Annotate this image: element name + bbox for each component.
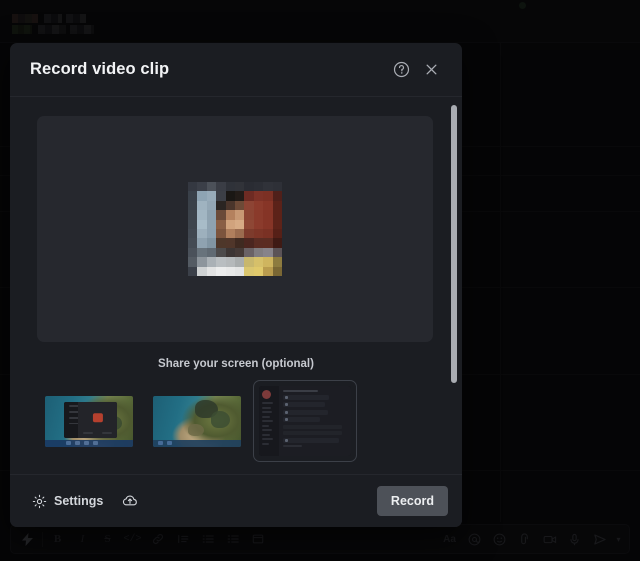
cloud-upload-icon[interactable] bbox=[117, 488, 143, 514]
mini-window-content bbox=[78, 401, 118, 439]
dialog-scrollbar[interactable] bbox=[450, 102, 458, 469]
screen-thumbnail-3[interactable] bbox=[253, 380, 357, 462]
share-screen-label: Share your screen (optional) bbox=[158, 358, 314, 370]
dialog-footer: Settings Record bbox=[10, 474, 462, 527]
mini-window-sidebar bbox=[64, 401, 106, 439]
camera-preview bbox=[37, 116, 433, 342]
application-window-capture bbox=[259, 386, 351, 456]
desktop-taskbar bbox=[153, 439, 241, 447]
desktop-taskbar bbox=[45, 439, 133, 447]
settings-button[interactable]: Settings bbox=[26, 489, 109, 514]
screen-thumbnail-2-image bbox=[153, 395, 241, 447]
record-button[interactable]: Record bbox=[376, 486, 448, 516]
pixelated-webcam-image bbox=[188, 182, 282, 276]
question-circle-icon[interactable] bbox=[388, 57, 414, 83]
mini-window-logo bbox=[92, 412, 103, 423]
dialog-title: Record video clip bbox=[30, 60, 170, 78]
screen-thumbnail-list bbox=[37, 380, 357, 462]
screen-thumbnail-3-image bbox=[259, 386, 351, 456]
app-sidebar bbox=[259, 386, 280, 456]
dialog-scrollbar-thumb[interactable] bbox=[451, 105, 457, 383]
app-main-content bbox=[279, 386, 351, 456]
screen-thumbnail-1[interactable] bbox=[37, 380, 141, 462]
record-video-clip-dialog: Record video clip Share your screen (opt… bbox=[10, 43, 462, 527]
avatar bbox=[262, 390, 271, 399]
dialog-body: Share your screen (optional) bbox=[10, 97, 462, 474]
mini-window bbox=[64, 401, 118, 439]
screen-thumbnail-1-image bbox=[45, 395, 133, 447]
settings-label: Settings bbox=[54, 494, 104, 508]
screen-thumbnail-2[interactable] bbox=[145, 380, 249, 462]
gear-icon bbox=[32, 494, 47, 509]
close-icon[interactable] bbox=[418, 57, 444, 83]
dialog-header: Record video clip bbox=[10, 43, 462, 97]
